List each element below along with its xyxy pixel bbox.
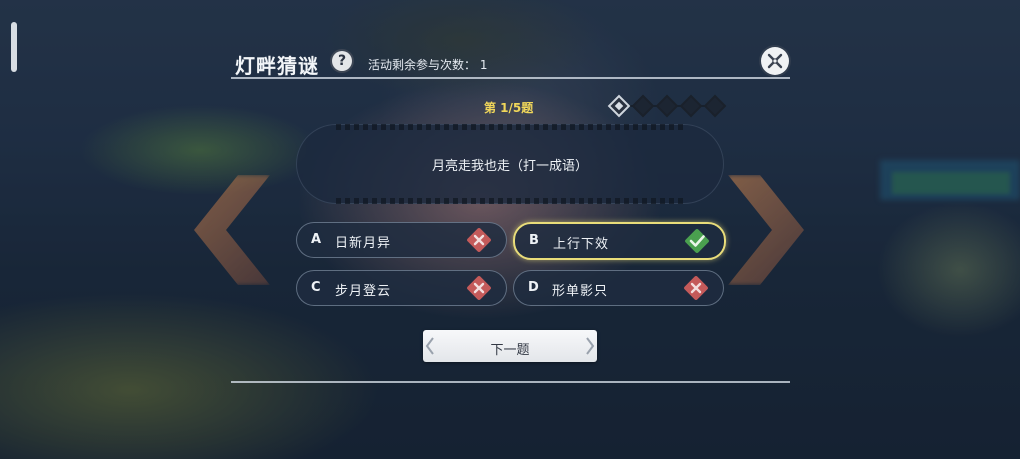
question-box-trim-bottom bbox=[336, 198, 684, 204]
question-box-trim-top bbox=[336, 124, 684, 130]
chevron-right-icon bbox=[586, 337, 595, 355]
close-button[interactable] bbox=[761, 47, 789, 75]
check-icon bbox=[684, 228, 710, 254]
question-progress-indicator bbox=[607, 94, 728, 118]
option-text: 步月登云 bbox=[335, 284, 392, 299]
progress-diamond bbox=[703, 94, 727, 118]
option-letter: C bbox=[311, 280, 321, 295]
next-question-label: 下一题 bbox=[490, 343, 530, 358]
progress-diamond bbox=[631, 94, 655, 118]
panel-bottom-divider bbox=[231, 381, 790, 383]
option-text: 上行下效 bbox=[553, 237, 610, 252]
option-c-button[interactable]: C 步月登云 bbox=[296, 270, 507, 306]
panel-header: 灯畔猜谜 ? 活动剩余参与次数： 1 bbox=[231, 44, 790, 79]
question-text: 月亮走我也走（打一成语） bbox=[431, 159, 588, 174]
help-icon[interactable]: ? bbox=[332, 51, 352, 71]
cross-icon bbox=[466, 275, 492, 301]
option-letter: A bbox=[311, 232, 322, 247]
option-text: 形单影只 bbox=[552, 284, 609, 299]
side-drag-handle[interactable] bbox=[11, 22, 17, 72]
progress-diamond bbox=[679, 94, 703, 118]
progress-diamond bbox=[607, 94, 631, 118]
progress-diamond bbox=[655, 94, 679, 118]
next-question-button[interactable]: 下一题 bbox=[423, 330, 597, 362]
panel-title: 灯畔猜谜 bbox=[235, 54, 319, 78]
option-a-button[interactable]: A 日新月异 bbox=[296, 222, 507, 258]
cross-icon bbox=[683, 275, 709, 301]
option-text: 日新月异 bbox=[335, 236, 392, 251]
option-b-button[interactable]: B 上行下效 bbox=[513, 222, 726, 260]
remaining-attempts-label: 活动剩余参与次数： bbox=[368, 58, 477, 72]
question-box: 月亮走我也走（打一成语） bbox=[296, 124, 724, 204]
question-number: 第 1/5题 bbox=[484, 101, 534, 115]
cross-icon bbox=[466, 227, 492, 253]
option-letter: B bbox=[529, 233, 539, 248]
option-d-button[interactable]: D 形单影只 bbox=[513, 270, 724, 306]
option-letter: D bbox=[528, 280, 539, 295]
close-icon bbox=[767, 53, 783, 69]
remaining-attempts-count: 1 bbox=[479, 58, 488, 72]
remaining-attempts: 活动剩余参与次数： 1 bbox=[368, 56, 487, 73]
